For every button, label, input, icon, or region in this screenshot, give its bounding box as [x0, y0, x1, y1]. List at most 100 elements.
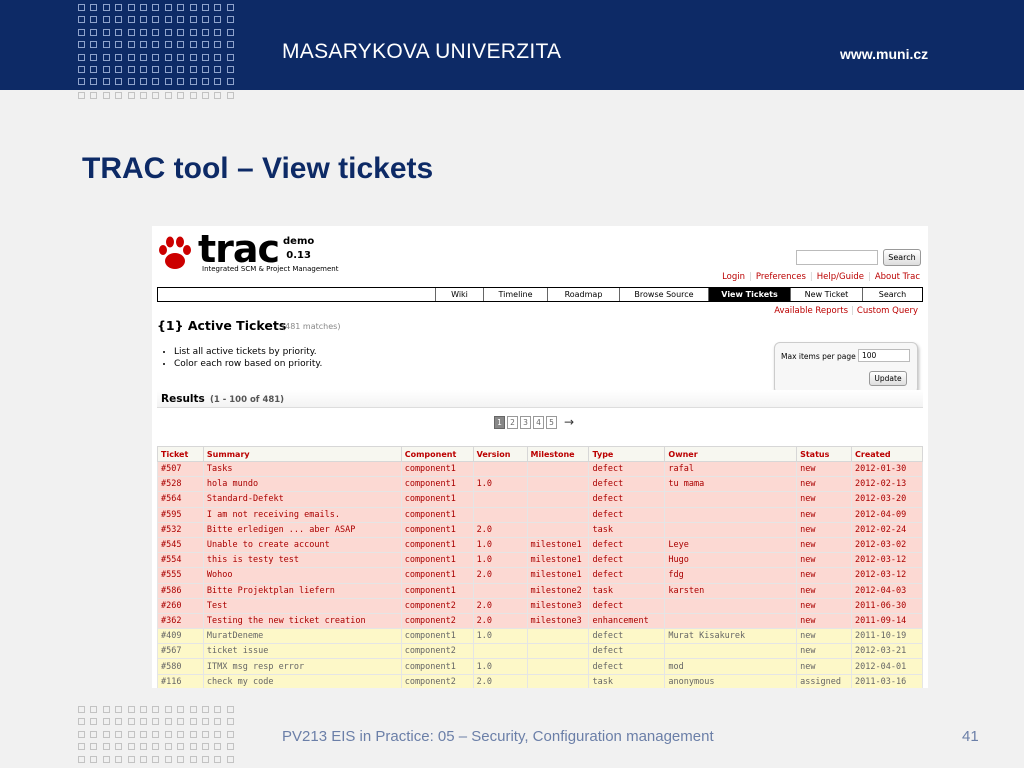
cell-summary[interactable]: I am not receiving emails.	[202, 506, 402, 523]
table-row[interactable]: #567 ticket issue component2 defect new 2012-…	[157, 643, 923, 660]
update-button[interactable]: Update	[869, 371, 907, 386]
metanav-login[interactable]: Login	[722, 272, 745, 282]
tab-timeline[interactable]: Timeline	[483, 288, 547, 301]
cell-ticket[interactable]: #586	[157, 582, 204, 599]
max-items-input[interactable]: 100	[858, 349, 910, 362]
table-row[interactable]: #555 Wohoo component1 2.0 milestone1 defect fd…	[157, 567, 923, 584]
decorative-square	[90, 706, 98, 713]
cell-summary[interactable]: Unable to create account	[202, 536, 402, 554]
next-page-arrow-icon[interactable]: →	[564, 415, 574, 429]
page-3[interactable]: 3	[520, 415, 531, 429]
table-row[interactable]: #580 ITMX msg resp error component1 1.0 defe…	[157, 658, 923, 675]
column-header-status[interactable]: Status	[796, 446, 853, 462]
cell-summary[interactable]: Test	[202, 597, 402, 614]
cell-component: component1	[400, 582, 474, 599]
report-match-count: (481 matches)	[282, 322, 341, 331]
header-dot-pattern	[78, 4, 238, 88]
metanav-about[interactable]: About Trac	[875, 272, 920, 282]
cell-ticket[interactable]: #554	[157, 552, 204, 569]
cell-summary[interactable]: check my code	[202, 673, 402, 688]
cell-ticket[interactable]: #564	[157, 491, 204, 508]
table-row[interactable]: #507 Tasks component1 defect rafal new 2012-01…	[157, 460, 923, 478]
decorative-square	[226, 4, 234, 11]
page-1[interactable]: 1	[494, 415, 505, 429]
cell-created: 2012-01-30	[851, 460, 923, 478]
cell-ticket[interactable]: #409	[157, 628, 204, 645]
cell-status: new	[796, 567, 853, 584]
cell-summary[interactable]: Testing the new ticket creation	[202, 612, 402, 630]
cell-version: 1.0	[472, 658, 528, 675]
column-header-milestone[interactable]: Milestone	[526, 446, 590, 462]
cell-ticket[interactable]: #362	[157, 612, 204, 630]
custom-query-link[interactable]: Custom Query	[857, 306, 918, 316]
metanav-help[interactable]: Help/Guide	[817, 272, 864, 282]
search-button[interactable]: Search	[883, 249, 921, 266]
column-header-summary[interactable]: Summary	[202, 446, 402, 462]
table-row[interactable]: #545 Unable to create account component1 1.…	[157, 536, 923, 554]
cell-ticket[interactable]: #532	[157, 521, 204, 538]
table-row[interactable]: #362 Testing the new ticket creation compo…	[157, 612, 923, 630]
cell-version	[472, 460, 528, 478]
page-2[interactable]: 2	[507, 415, 518, 429]
cell-summary[interactable]: Tasks	[202, 460, 402, 478]
cell-ticket[interactable]: #528	[157, 476, 204, 493]
page-5[interactable]: 5	[546, 415, 557, 429]
tab-wiki[interactable]: Wiki	[435, 288, 483, 301]
cell-summary[interactable]: Bitte Projektplan liefern	[202, 582, 402, 599]
table-row[interactable]: #532 Bitte erledigen ... aber ASAP compone…	[157, 521, 923, 538]
cell-milestone	[526, 628, 590, 645]
table-row[interactable]: #528 hola mundo component1 1.0 defect tu mama…	[157, 476, 923, 493]
cell-summary[interactable]: Bitte erledigen ... aber ASAP	[202, 521, 402, 538]
decorative-square	[202, 66, 209, 73]
table-row[interactable]: #260 Test component2 2.0 milestone3 defect new…	[157, 597, 923, 614]
tab-view-tickets[interactable]: View Tickets	[708, 288, 790, 301]
cell-summary[interactable]: Standard-Defekt	[202, 491, 402, 508]
available-reports-link[interactable]: Available Reports	[774, 306, 848, 316]
tab-roadmap[interactable]: Roadmap	[547, 288, 619, 301]
cell-summary[interactable]: Wohoo	[202, 567, 402, 584]
cell-ticket[interactable]: #595	[157, 506, 204, 523]
cell-ticket[interactable]: #555	[157, 567, 204, 584]
cell-ticket[interactable]: #580	[157, 658, 204, 675]
cell-milestone	[526, 506, 590, 523]
decorative-square	[127, 730, 135, 738]
cell-summary[interactable]: ITMX msg resp error	[202, 658, 402, 675]
tab-browse-source[interactable]: Browse Source	[619, 288, 708, 301]
cell-ticket[interactable]: #567	[157, 643, 204, 660]
cell-ticket[interactable]: #260	[157, 597, 204, 614]
page-4[interactable]: 4	[533, 415, 544, 429]
table-row[interactable]: #586 Bitte Projektplan liefern component1 m…	[157, 582, 923, 599]
decorative-square	[189, 730, 197, 738]
decorative-square	[140, 4, 147, 11]
decorative-square	[152, 743, 160, 751]
column-header-component[interactable]: Component	[400, 446, 474, 462]
column-header-owner[interactable]: Owner	[664, 446, 798, 462]
cell-ticket[interactable]: #507	[157, 460, 204, 478]
metanav-preferences[interactable]: Preferences	[756, 272, 806, 282]
decorative-square	[226, 28, 234, 36]
tab-new-ticket[interactable]: New Ticket	[790, 288, 862, 301]
cell-ticket[interactable]: #116	[157, 673, 204, 688]
cell-summary[interactable]: this is testy test	[202, 552, 402, 569]
cell-summary[interactable]: hola mundo	[202, 476, 402, 493]
column-header-created[interactable]: Created	[851, 446, 923, 462]
tab-search[interactable]: Search	[862, 288, 922, 301]
column-header-type[interactable]: Type	[588, 446, 666, 462]
search-input[interactable]	[796, 250, 878, 265]
table-row[interactable]: #564 Standard-Defekt component1 defect new 20…	[157, 491, 923, 508]
table-row[interactable]: #554 this is testy test component1 1.0 miles…	[157, 552, 923, 569]
cell-summary[interactable]: ticket issue	[202, 643, 402, 660]
cell-ticket[interactable]: #545	[157, 536, 204, 554]
column-header-version[interactable]: Version	[472, 446, 528, 462]
table-row[interactable]: #116 check my code component2 2.0 task anonym…	[157, 673, 923, 688]
cell-type: defect	[588, 597, 666, 614]
cell-component: component1	[400, 460, 474, 478]
cell-summary[interactable]: MuratDeneme	[202, 628, 402, 645]
decorative-square	[226, 16, 234, 24]
cell-created: 2011-10-19	[851, 628, 923, 645]
table-row[interactable]: #409 MuratDeneme component1 1.0 defect Murat …	[157, 628, 923, 645]
column-header-ticket[interactable]: Ticket	[157, 446, 204, 462]
table-row[interactable]: #595 I am not receiving emails. component1…	[157, 506, 923, 523]
decorative-square	[202, 41, 209, 49]
university-url[interactable]: www.muni.cz	[840, 46, 928, 62]
